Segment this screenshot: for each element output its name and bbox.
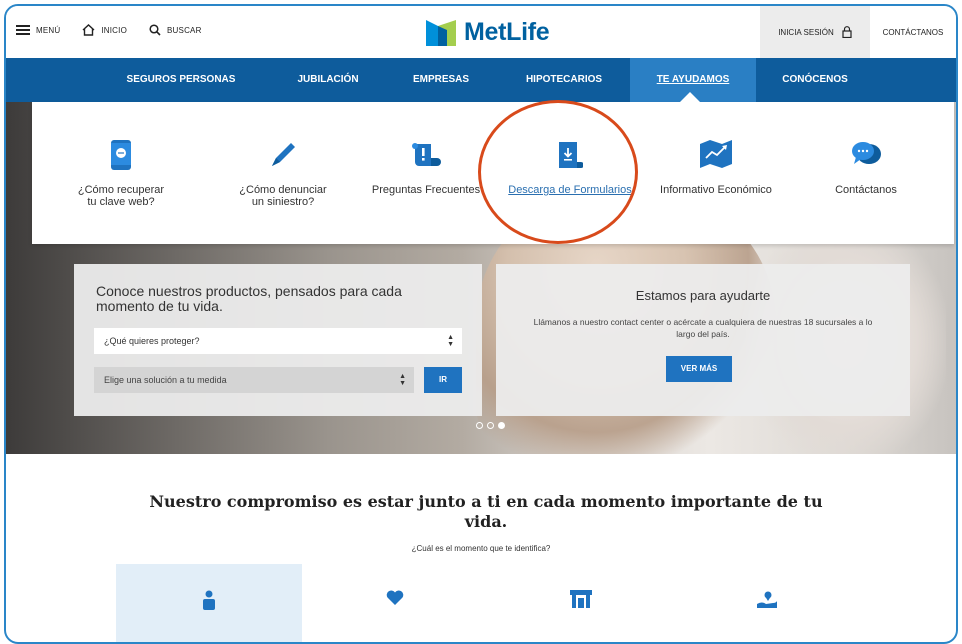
go-button[interactable]: IR [424, 367, 462, 393]
home-link[interactable]: INICIO [82, 24, 127, 36]
metlife-logo[interactable]: MetLife [426, 18, 550, 47]
moment-option-person[interactable] [116, 564, 302, 642]
mega-item-contact[interactable]: Contáctanos [796, 102, 936, 244]
home-label: INICIO [101, 25, 128, 35]
solution-select[interactable]: Elige una solución a tu medida ▲ ▼ [94, 367, 414, 393]
search-link[interactable]: BUSCAR [149, 24, 202, 36]
mega-label-contact: Contáctanos [796, 184, 936, 196]
top-left-links: MENÚ INICIO BUSCAR [16, 24, 202, 36]
mega-label-line2: un siniestro? [251, 196, 315, 208]
nav-active-caret [680, 92, 700, 102]
moment-option-business[interactable] [488, 564, 674, 642]
help-card-title: Estamos para ayudarte [635, 288, 771, 303]
carousel-dots [476, 422, 505, 429]
download-document-icon [559, 142, 583, 168]
browser-frame: MENÚ INICIO BUSCAR MetLife INICIA SESIÓN [4, 4, 958, 644]
contact-label-top: CONTÁCTANOS [882, 27, 944, 37]
mega-label-line1: Descarga de Formularios [508, 184, 632, 196]
mega-label-line1: ¿Cómo recuperar [77, 184, 165, 196]
mega-label-report-claim: ¿Cómo denunciar un siniestro? [208, 184, 358, 208]
select-arrows-icon: ▲ ▼ [447, 334, 454, 348]
mega-item-download-forms[interactable]: Descarga de Formularios [496, 102, 644, 244]
mega-label-faq: Preguntas Frecuentes [356, 184, 496, 196]
products-card-title: Conoce nuestros productos, pensados para… [96, 283, 402, 314]
top-right-links: INICIA SESIÓN CONTÁCTANOS [760, 6, 956, 58]
nav-seguros-personas[interactable]: SEGUROS PERSONAS [106, 58, 256, 102]
mega-label-economic-report: Informativo Económico [646, 184, 786, 196]
heart-icon [386, 590, 404, 605]
nav-empresas[interactable]: EMPRESAS [396, 58, 486, 102]
help-card: Estamos para ayudarte Llámanos a nuestro… [496, 264, 910, 416]
phone-chat-icon [111, 140, 131, 170]
mega-item-faq[interactable]: Preguntas Frecuentes [356, 102, 496, 244]
metlife-logo-icon [426, 19, 456, 46]
login-label: INICIA SESIÓN [778, 27, 834, 37]
scroll-exclamation-icon [412, 143, 441, 166]
carousel-dot[interactable] [476, 422, 483, 429]
mega-item-economic-report[interactable]: Informativo Económico [646, 102, 786, 244]
protect-select[interactable]: ¿Qué quieres proteger? ▲ ▼ [94, 328, 462, 354]
menu-label: MENÚ [36, 25, 61, 35]
moment-options [6, 564, 956, 642]
mega-label-line2: tu clave web? [87, 196, 155, 208]
see-more-button[interactable]: VER MÁS [666, 356, 732, 382]
help-mega-menu: ¿Cómo recuperar tu clave web? ¿Cómo denu… [32, 102, 954, 244]
mega-item-report-claim[interactable]: ¿Cómo denunciar un siniestro? [208, 102, 358, 244]
main-nav: SEGUROS PERSONAS JUBILACIÓN EMPRESAS HIP… [6, 58, 956, 102]
login-button[interactable]: INICIA SESIÓN [760, 6, 870, 58]
products-card: Conoce nuestros productos, pensados para… [74, 264, 482, 416]
select-arrows-icon: ▲ ▼ [399, 373, 406, 387]
menu-button[interactable]: MENÚ [16, 25, 60, 35]
storefront-icon [570, 590, 592, 608]
logo-text: MetLife [464, 18, 550, 46]
commitment-question: ¿Cuál es el momento que te identifica? [411, 544, 551, 553]
person-icon [203, 590, 215, 610]
nav-jubilacion[interactable]: JUBILACIÓN [278, 58, 378, 102]
carousel-dot[interactable] [487, 422, 494, 429]
nav-conocenos[interactable]: CONÓCENOS [760, 58, 870, 102]
mega-label-line1: ¿Cómo denunciar [239, 184, 327, 196]
carousel-dot-active[interactable] [498, 422, 505, 429]
moment-option-home[interactable] [674, 564, 860, 642]
commitment-headline: Nuestro compromiso es estar junto a ti e… [149, 492, 823, 531]
lock-icon [842, 26, 852, 38]
home-icon [82, 24, 95, 36]
chat-bubbles-icon [852, 142, 881, 164]
help-card-body: Llámanos a nuestro contact center o acér… [533, 317, 873, 339]
search-icon [149, 24, 161, 36]
moment-option-family[interactable] [302, 564, 488, 642]
search-label: BUSCAR [167, 25, 202, 35]
hamburger-icon [16, 25, 30, 35]
solution-select-value: Elige una solución a tu medida [104, 375, 227, 385]
mega-label-download-forms: Descarga de Formularios [496, 184, 644, 196]
top-bar: MENÚ INICIO BUSCAR MetLife INICIA SESIÓN [6, 6, 956, 58]
chart-map-icon [700, 140, 732, 168]
protect-select-value: ¿Qué quieres proteger? [104, 336, 200, 346]
mega-label-line1: Contáctanos [835, 184, 897, 196]
mega-label-line1: Preguntas Frecuentes [371, 184, 481, 196]
contact-link-top[interactable]: CONTÁCTANOS [870, 6, 956, 58]
mega-item-recover-password[interactable]: ¿Cómo recuperar tu clave web? [46, 102, 196, 244]
hand-location-icon [757, 591, 777, 608]
mega-label-recover-password: ¿Cómo recuperar tu clave web? [46, 184, 196, 208]
nav-hipotecarios[interactable]: HIPOTECARIOS [506, 58, 622, 102]
mega-label-line1: Informativo Económico [660, 184, 772, 196]
pencil-icon [272, 143, 295, 166]
